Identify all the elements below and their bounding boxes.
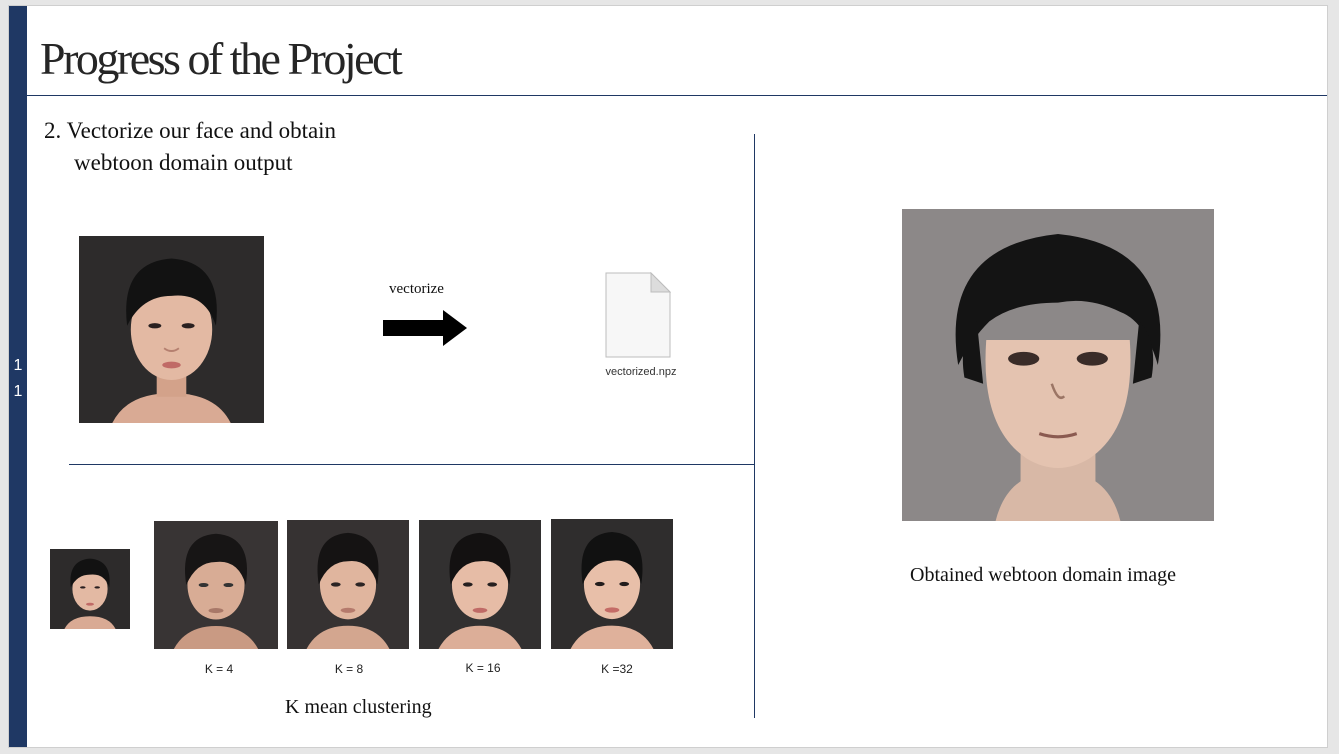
- k8-label: K = 8: [334, 662, 364, 676]
- right-arrow-icon: [383, 310, 467, 346]
- title-underline: [27, 95, 1327, 96]
- slide: 1 1 Progress of the Project 2. Vectorize…: [8, 5, 1328, 748]
- kmeans-k4-image: [154, 521, 278, 649]
- k4-label: K = 4: [204, 662, 234, 676]
- vertical-divider: [754, 134, 755, 718]
- webtoon-caption: Obtained webtoon domain image: [910, 564, 1177, 586]
- file-icon: [605, 272, 671, 358]
- horizontal-divider: [69, 464, 754, 465]
- vectorize-label: vectorize: [389, 281, 444, 297]
- kmeans-caption: K mean clustering: [285, 696, 432, 718]
- k16-label: K = 16: [465, 661, 501, 675]
- slide-number-digit: 1: [13, 383, 23, 400]
- webtoon-output-image: [902, 209, 1214, 521]
- slide-accent-bar: 1 1: [9, 6, 27, 747]
- kmeans-k32-image: [551, 519, 673, 649]
- small-portrait-thumbnail: [50, 549, 130, 629]
- step-heading-line-2: webtoon domain output: [74, 150, 293, 175]
- kmeans-k8-image: [287, 520, 409, 649]
- slide-title: Progress of the Project: [40, 33, 403, 84]
- kmeans-k16-image: [419, 520, 541, 649]
- original-portrait-image: [79, 236, 264, 423]
- file-name-label: vectorized.npz: [605, 366, 677, 378]
- k32-label: K =32: [601, 662, 633, 676]
- step-heading-line-1: 2. Vectorize our face and obtain: [44, 118, 337, 143]
- slide-number-digit: 1: [13, 357, 23, 374]
